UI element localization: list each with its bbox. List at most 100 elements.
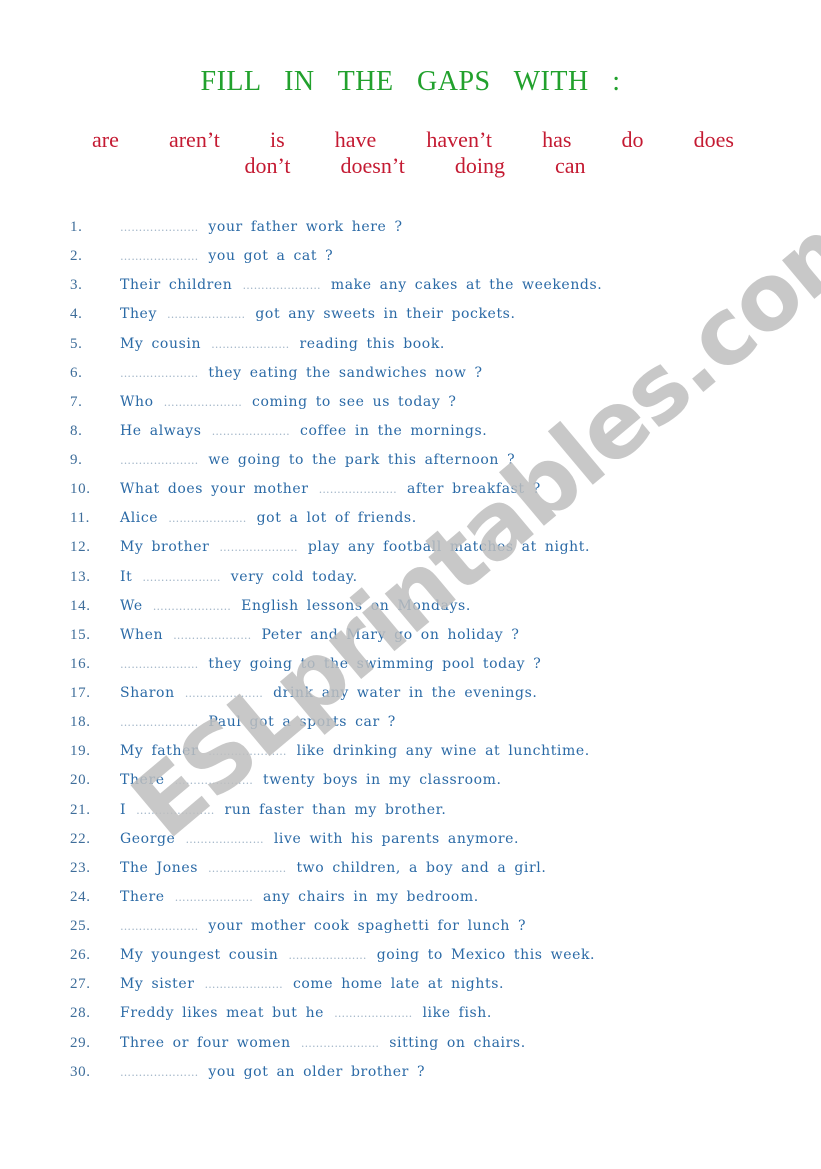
sentence-end: coming to see us today ? [252, 393, 457, 410]
answer-blank[interactable]: ………………… [167, 308, 245, 321]
item-number: 23. [70, 859, 91, 876]
item-number: 11. [70, 510, 90, 527]
answer-blank[interactable]: ………………… [175, 774, 253, 787]
answer-blank[interactable]: ………………… [120, 454, 198, 467]
answer-blank[interactable]: ………………… [120, 250, 198, 263]
answer-blank[interactable]: ………………… [208, 745, 286, 758]
sentence-start: The Jones [120, 859, 199, 876]
sentence: My youngest cousin ………………… going to Mexico… [120, 944, 595, 967]
answer-blank[interactable]: ………………… [173, 629, 251, 642]
sentence-start: My cousin [120, 335, 202, 352]
sentence-end: two children, a boy and a girl. [296, 859, 547, 876]
sentence-start: My father [120, 743, 199, 760]
sentence: Alice ………………… got a lot of friends. [120, 507, 417, 530]
answer-blank[interactable]: ………………… [120, 716, 198, 729]
item-number: 21. [70, 801, 91, 818]
item-number: 8. [70, 422, 83, 439]
sentence-end: live with his parents anymore. [273, 830, 520, 847]
answer-blank[interactable]: ………………… [288, 949, 366, 962]
item-number: 2. [70, 248, 83, 265]
exercise-item: 12. My brother ………………… play any football ma… [0, 536, 821, 565]
answer-blank[interactable]: ………………… [153, 600, 231, 613]
exercise-item: 26. My youngest cousin ………………… going to Mex… [0, 944, 821, 973]
sentence: We ………………… English lessons on Mondays. [120, 595, 471, 618]
sentence: There ………………… any chairs in my bedroom. [120, 886, 479, 909]
sentence: My cousin ………………… reading this book. [120, 333, 445, 356]
exercise-item: 16. ………………… they going to the swimming poo… [0, 653, 821, 682]
sentence-start: What does your mother [120, 481, 309, 498]
sentence-start: There [120, 888, 165, 905]
sentence-end: reading this book. [299, 335, 445, 352]
sentence-end: run faster than my brother. [224, 801, 447, 818]
item-number: 26. [70, 947, 91, 964]
exercise-item: 13. It ………………… very cold today. [0, 566, 821, 595]
answer-blank[interactable]: ………………… [219, 541, 297, 554]
sentence-end: like drinking any wine at lunchtime. [296, 743, 590, 760]
word-bank-word: do [621, 127, 644, 152]
answer-blank[interactable]: ………………… [142, 571, 220, 584]
word-bank-word: don’t [244, 153, 291, 178]
answer-blank[interactable]: ………………… [136, 804, 214, 817]
sentence: Sharon ………………… drink any water in the even… [120, 682, 537, 705]
answer-blank[interactable]: ………………… [120, 920, 198, 933]
worksheet-title: FILL IN THE GAPS WITH : [200, 66, 621, 97]
answer-blank[interactable]: ………………… [212, 425, 290, 438]
answer-blank[interactable]: ………………… [175, 891, 253, 904]
answer-blank[interactable]: ………………… [120, 367, 198, 380]
item-number: 17. [70, 685, 91, 701]
sentence-end: twenty boys in my classroom. [263, 772, 502, 789]
item-number: 4. [70, 306, 83, 323]
exercise-item: 2. ………………… you got a cat ? [0, 245, 821, 274]
sentence-end: coffee in the mornings. [300, 422, 488, 439]
sentence-end: after breakfast ? [406, 481, 541, 498]
sentence: Freddy likes meat but he ………………… like fish… [120, 1002, 492, 1025]
answer-blank[interactable]: ………………… [205, 978, 283, 991]
exercise-item: 22. George ………………… live with his parents an… [0, 828, 821, 857]
item-number: 22. [70, 830, 91, 847]
exercise-item: 24. There ………………… any chairs in my bedroom. [0, 886, 821, 915]
item-number: 27. [70, 976, 91, 993]
sentence-start: George [120, 830, 176, 847]
sentence-start: I [120, 801, 127, 818]
word-bank-word: does [693, 127, 734, 152]
sentence-end: you got a cat ? [208, 248, 334, 265]
answer-blank[interactable]: ………………… [168, 512, 246, 525]
answer-blank[interactable]: ………………… [242, 279, 320, 292]
answer-blank[interactable]: ………………… [120, 1066, 198, 1079]
sentence-end: very cold today. [230, 568, 358, 585]
sentence-end: your mother cook spaghetti for lunch ? [208, 918, 527, 934]
word-bank-word: can [555, 153, 586, 178]
answer-blank[interactable]: ………………… [185, 687, 263, 700]
sentence: It ………………… very cold today. [120, 566, 358, 589]
sentence-end: Peter and Mary go on holiday ? [261, 626, 520, 643]
sentence: My brother ………………… play any football match… [120, 536, 590, 559]
sentence: Three or four women ………………… sitting on cha… [120, 1032, 526, 1055]
item-number: 10. [70, 481, 91, 498]
sentence: ………………… they eating the sandwiches now ? [120, 362, 483, 385]
word-bank-word: aren’t [168, 127, 220, 152]
answer-blank[interactable]: ………………… [120, 221, 198, 234]
sentence: ………………… you got a cat ? [120, 245, 333, 268]
answer-blank[interactable]: ………………… [319, 483, 397, 496]
sentence: They ………………… got any sweets in their pocke… [120, 303, 516, 326]
exercise-item: 6. ………………… they eating the sandwiches now … [0, 362, 821, 391]
answer-blank[interactable]: ………………… [164, 396, 242, 409]
item-number: 25. [70, 918, 91, 934]
exercise-item: 27. My sister ………………… come home late at nig… [0, 973, 821, 1002]
exercise-item: 14. We ………………… English lessons on Mondays. [0, 595, 821, 624]
item-number: 28. [70, 1005, 91, 1022]
exercise-item: 8. He always ………………… coffee in the mornings… [0, 420, 821, 449]
answer-blank[interactable]: ………………… [334, 1007, 412, 1020]
answer-blank[interactable]: ………………… [185, 833, 263, 846]
sentence-end: play any football matches at night. [307, 539, 591, 556]
sentence: When ………………… Peter and Mary go on holiday … [120, 624, 519, 647]
answer-blank[interactable]: ………………… [120, 658, 198, 671]
sentence: ………………… you got an older brother ? [120, 1061, 425, 1084]
answer-blank[interactable]: ………………… [301, 1037, 379, 1050]
exercise-item: 10. What does your mother ………………… after bre… [0, 478, 821, 507]
sentence-start: My brother [120, 539, 210, 556]
answer-blank[interactable]: ………………… [208, 862, 286, 875]
answer-blank[interactable]: ………………… [211, 338, 289, 351]
exercise-item: 21. I ………………… run faster than my brother. [0, 799, 821, 828]
exercise-item: 1. ………………… your father work here ? [0, 216, 821, 245]
